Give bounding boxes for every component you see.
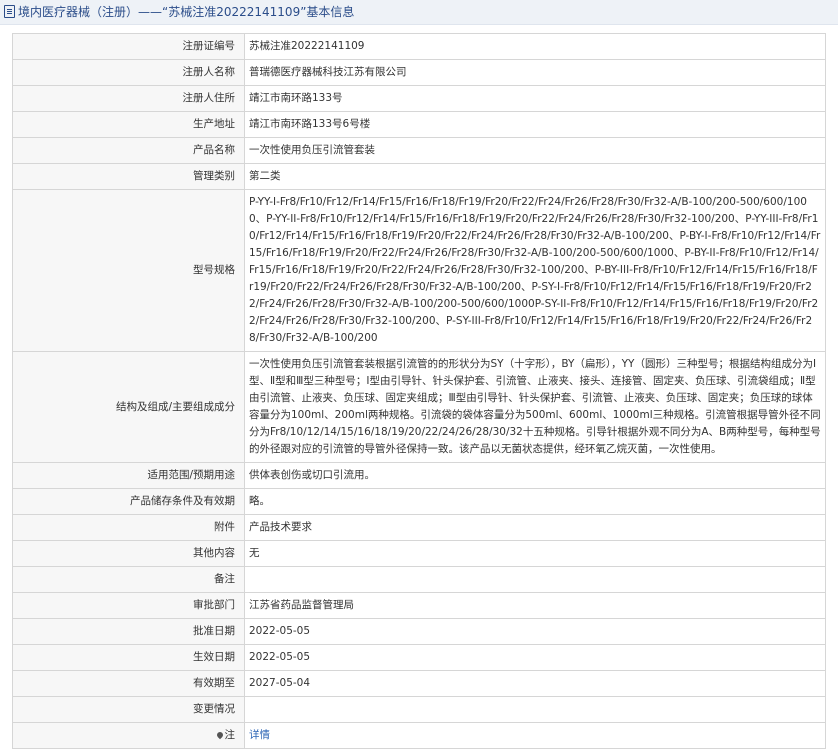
expiry-date-value: 2027-05-04 xyxy=(244,670,826,697)
table-row: 产品储存条件及有效期 略。 xyxy=(12,488,826,515)
table-row: 管理类别 第二类 xyxy=(12,163,826,190)
row-label: 生效日期 xyxy=(12,644,245,671)
registrant-value: 普瑞德医疗器械科技江苏有限公司 xyxy=(244,59,826,86)
models-value: P-YY-I-Fr8/Fr10/Fr12/Fr14/Fr15/Fr16/Fr18… xyxy=(244,189,826,352)
document-icon xyxy=(4,5,15,18)
info-table: 注册证编号 苏械注准20222141109 注册人名称 普瑞德医疗器械科技江苏有… xyxy=(12,33,826,749)
note-value-cell: 详情 xyxy=(244,722,826,749)
table-row: 注册人名称 普瑞德医疗器械科技江苏有限公司 xyxy=(12,59,826,86)
table-row: 注册人住所 靖江市南环路133号 xyxy=(12,85,826,112)
category-value: 第二类 xyxy=(244,163,826,190)
row-label: 注 xyxy=(224,729,236,741)
row-label: 批准日期 xyxy=(12,618,245,645)
row-label: 产品储存条件及有效期 xyxy=(12,488,245,515)
row-label: 生产地址 xyxy=(12,111,245,138)
remark-value xyxy=(244,566,826,593)
row-label: 型号规格 xyxy=(12,189,245,352)
scope-value: 供体表创伤或切口引流用。 xyxy=(244,462,826,489)
storage-value: 略。 xyxy=(244,488,826,515)
other-value: 无 xyxy=(244,540,826,567)
page-title: 境内医疗器械（注册）——“苏械注准20222141109”基本信息 xyxy=(18,5,355,19)
row-label: 注册人名称 xyxy=(12,59,245,86)
table-row: 注 详情 xyxy=(12,722,826,749)
production-addr-value: 靖江市南环路133号6号楼 xyxy=(244,111,826,138)
row-label: 其他内容 xyxy=(12,540,245,567)
table-row: 附件 产品技术要求 xyxy=(12,514,826,541)
table-row: 结构及组成/主要组成成分 一次性使用负压引流管套装根据引流管的的形状分为SY（十… xyxy=(12,351,826,463)
details-link[interactable]: 详情 xyxy=(249,729,270,741)
table-row: 注册证编号 苏械注准20222141109 xyxy=(12,33,826,60)
registrant-addr-value: 靖江市南环路133号 xyxy=(244,85,826,112)
row-label: 管理类别 xyxy=(12,163,245,190)
approval-dept-value: 江苏省药品监督管理局 xyxy=(244,592,826,619)
row-label: 审批部门 xyxy=(12,592,245,619)
attachment-value: 产品技术要求 xyxy=(244,514,826,541)
row-label: 结构及组成/主要组成成分 xyxy=(12,351,245,463)
table-row: 备注 xyxy=(12,566,826,593)
structure-value: 一次性使用负压引流管套装根据引流管的的形状分为SY（十字形），BY（扁形），YY… xyxy=(244,351,826,463)
row-label: 适用范围/预期用途 xyxy=(12,462,245,489)
changes-value xyxy=(244,696,826,723)
table-row: 生产地址 靖江市南环路133号6号楼 xyxy=(12,111,826,138)
row-label: 注册证编号 xyxy=(12,33,245,60)
approval-date-value: 2022-05-05 xyxy=(244,618,826,645)
product-name-value: 一次性使用负压引流管套装 xyxy=(244,137,826,164)
table-row: 产品名称 一次性使用负压引流管套装 xyxy=(12,137,826,164)
row-label: 注册人住所 xyxy=(12,85,245,112)
effective-date-value: 2022-05-05 xyxy=(244,644,826,671)
row-label: 产品名称 xyxy=(12,137,245,164)
table-row: 型号规格 P-YY-I-Fr8/Fr10/Fr12/Fr14/Fr15/Fr16… xyxy=(12,189,826,352)
row-label: 有效期至 xyxy=(12,670,245,697)
table-row: 变更情况 xyxy=(12,696,826,723)
table-row: 适用范围/预期用途 供体表创伤或切口引流用。 xyxy=(12,462,826,489)
table-row: 有效期至 2027-05-04 xyxy=(12,670,826,697)
pin-icon xyxy=(215,730,224,740)
row-label: 备注 xyxy=(12,566,245,593)
table-row: 批准日期 2022-05-05 xyxy=(12,618,826,645)
row-label: 附件 xyxy=(12,514,245,541)
note-label-cell: 注 xyxy=(12,722,245,749)
info-container: 注册证编号 苏械注准20222141109 注册人名称 普瑞德医疗器械科技江苏有… xyxy=(0,25,838,749)
table-row: 生效日期 2022-05-05 xyxy=(12,644,826,671)
table-row: 其他内容 无 xyxy=(12,540,826,567)
reg-no-value: 苏械注准20222141109 xyxy=(244,33,826,60)
row-label: 变更情况 xyxy=(12,696,245,723)
table-row: 审批部门 江苏省药品监督管理局 xyxy=(12,592,826,619)
page-header: 境内医疗器械（注册）——“苏械注准20222141109”基本信息 xyxy=(0,0,838,25)
